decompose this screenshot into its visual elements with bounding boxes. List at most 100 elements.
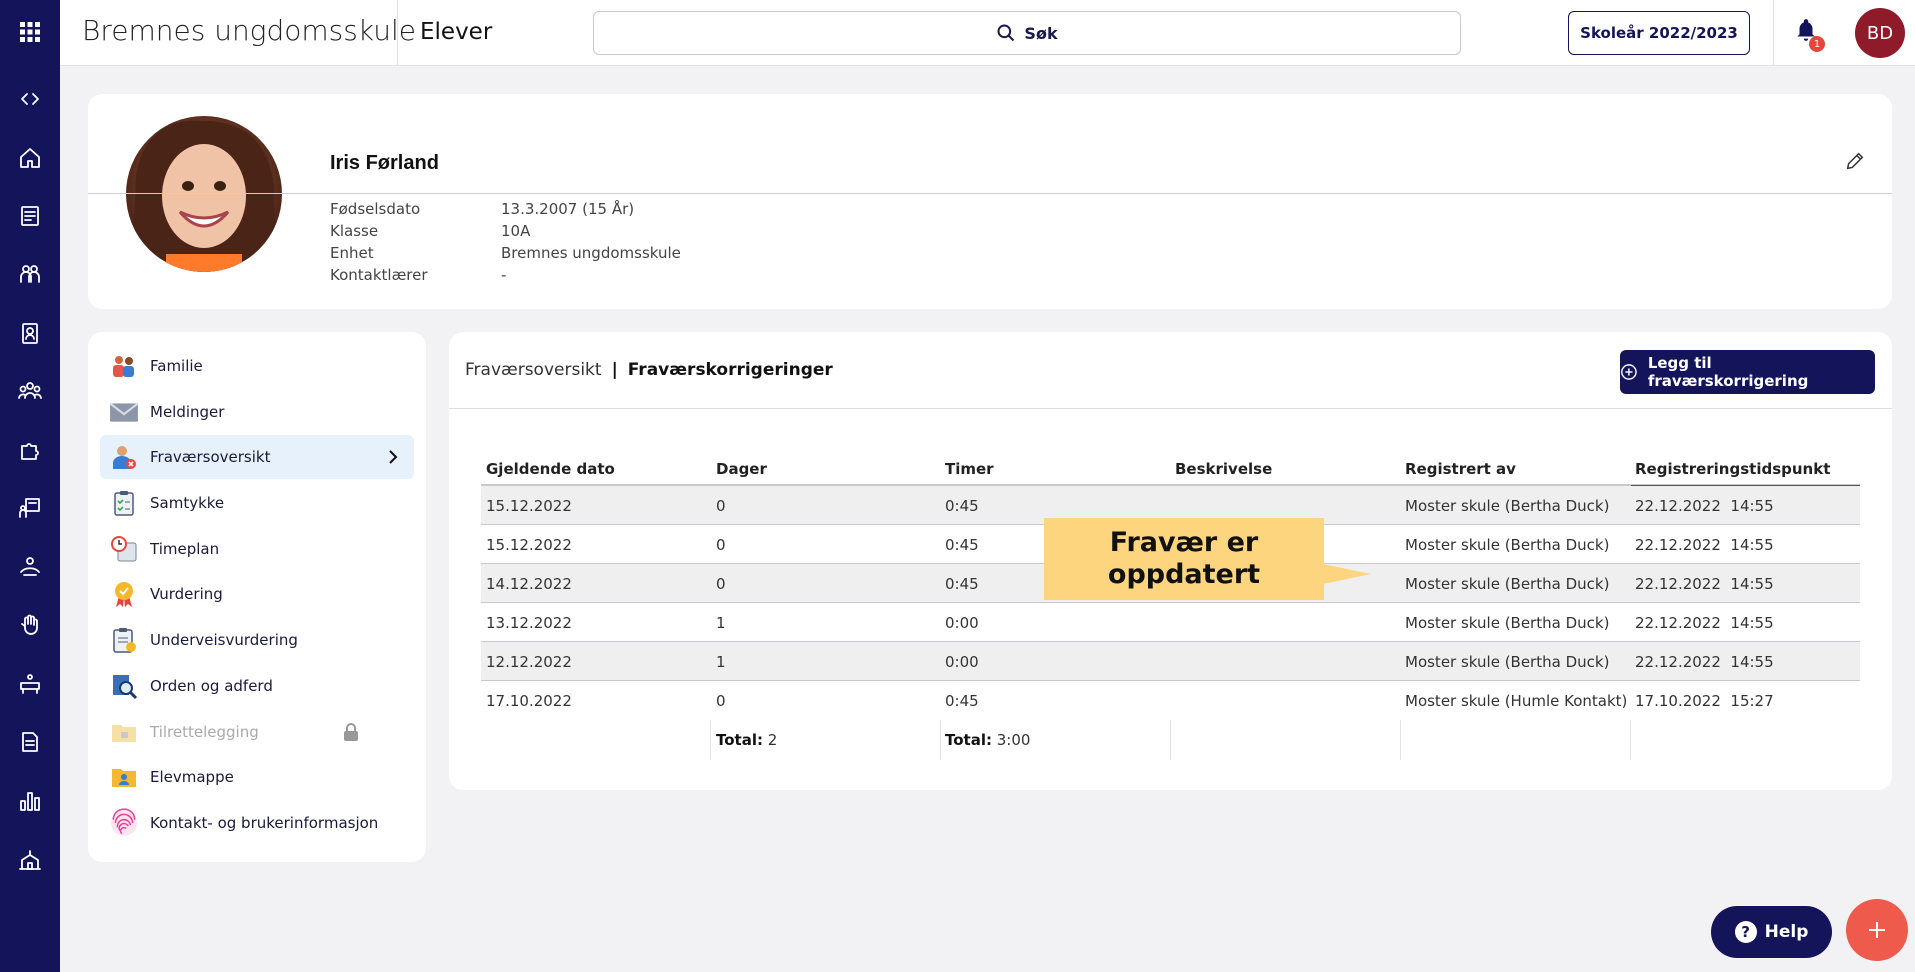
divider [940,720,941,760]
user-avatar[interactable]: BD [1855,8,1905,58]
news-icon[interactable] [0,198,60,234]
divider [1400,720,1401,760]
search-icon [997,24,1015,42]
group-icon[interactable] [0,373,60,409]
people-icon[interactable] [0,256,60,292]
status-callout: Fravær er oppdatert [1044,518,1324,600]
cell-days: 0 [716,575,726,593]
top-bar: Bremnes ungdomsskule Elever Søk Skoleår … [60,0,1915,66]
magnifier-doc-icon [108,670,140,702]
folder-lock-icon [108,716,140,748]
table-row[interactable]: 12.12.2022 1 0:00 Moster skule (Bertha D… [481,642,1860,681]
plus-circle-icon [1621,364,1637,380]
divider [1630,720,1631,760]
school-year-button[interactable]: Skoleår 2022/2023 [1568,11,1750,55]
absence-icon [108,441,140,473]
cell-registered-by: Moster skule (Bertha Duck) [1405,614,1610,632]
table-header: Gjeldende dato Dager Timer Beskrivelse R… [481,456,1860,488]
desk-icon[interactable] [0,666,60,702]
cell-registered-at: 22.12.2022 14:55 [1635,614,1774,632]
menu-item-vurdering[interactable]: Vurdering [100,572,414,616]
cell-days: 0 [716,497,726,515]
badge-icon[interactable] [0,315,60,351]
student-photo [126,116,282,272]
add-fab-button[interactable] [1846,899,1908,961]
apps-grid-icon[interactable] [0,14,60,50]
column-header[interactable]: Registreringstidspunkt [1631,460,1860,488]
student-name: Iris Førland [330,152,439,174]
cell-days: 0 [716,536,726,554]
column-header[interactable]: Gjeldende dato [486,460,615,478]
clipboard-note-icon [108,624,140,656]
column-header[interactable]: Registrert av [1405,460,1516,478]
menu-item-samtykke[interactable]: Samtykke [100,481,414,525]
student-profile-card: Iris Førland Fødselsdato 13.3.2007 (15 År… [88,94,1892,309]
school-name: Bremnes ungdomsskule [82,14,416,47]
divider [710,720,711,760]
menu-item-meldinger[interactable]: Meldinger [100,390,414,434]
pencil-icon [1846,152,1864,170]
breadcrumb-separator: | [611,360,618,380]
cell-hours: 0:00 [945,614,979,632]
clipboard-check-icon [108,487,140,519]
table-row[interactable]: 13.12.2022 1 0:00 Moster skule (Bertha D… [481,603,1860,642]
divider [397,0,398,66]
calendar-clock-icon [108,533,140,565]
menu-item-timeplan[interactable]: Timeplan [100,527,414,571]
menu-item-familie[interactable]: Familie [100,344,414,388]
cell-registered-at: 17.10.2022 15:27 [1635,692,1774,710]
cell-registered-at: 22.12.2022 14:55 [1635,497,1774,515]
total-days: Total: 2 [716,731,778,749]
column-header[interactable]: Timer [945,460,994,478]
family-icon [108,350,140,382]
user-hand-icon[interactable] [0,548,60,584]
chart-icon[interactable] [0,783,60,819]
envelope-icon [108,396,140,428]
cell-hours: 0:00 [945,653,979,671]
column-header[interactable]: Beskrivelse [1175,460,1272,478]
notifications-button[interactable]: 1 [1793,17,1827,52]
question-icon: ? [1734,921,1757,943]
cell-hours: 0:45 [945,575,979,593]
folder-person-icon [108,761,140,793]
cell-registered-by: Moster skule (Bertha Duck) [1405,497,1610,515]
collapse-toggle-icon[interactable] [0,81,60,117]
column-header[interactable]: Dager [716,460,767,478]
chevron-right-icon [389,450,398,464]
hand-icon[interactable] [0,607,60,643]
breadcrumb-parent[interactable]: Fraværsoversikt [465,360,602,380]
edit-button[interactable] [1844,150,1868,174]
table-footer-totals: Total: 2 Total: 3:00 [481,720,1860,760]
cell-days: 1 [716,653,726,671]
breadcrumb: Fraværsoversikt | Fraværskorrigeringer [465,360,833,380]
cell-registered-by: Moster skule (Humle Kontakt) [1405,692,1628,710]
cell-hours: 0:45 [945,692,979,710]
puzzle-icon[interactable] [0,432,60,468]
divider [449,408,1892,409]
cell-registered-by: Moster skule (Bertha Duck) [1405,575,1610,593]
left-rail [0,0,60,972]
school-icon[interactable] [0,842,60,878]
table-row[interactable]: 17.10.2022 0 0:45 Moster skule (Humle Ko… [481,681,1860,720]
add-absence-correction-button[interactable]: Legg til fraværskorrigering [1620,350,1875,394]
menu-item-elevmappe[interactable]: Elevmappe [100,755,414,799]
help-button[interactable]: ? Help [1711,906,1832,958]
section-title: Elever [420,19,493,45]
menu-item-fravaersoversikt[interactable]: Fraværsoversikt [100,435,414,479]
home-icon[interactable] [0,140,60,176]
divider [88,193,1892,194]
search-label: Søk [1024,23,1058,43]
absence-corrections-table: Gjeldende dato Dager Timer Beskrivelse R… [481,456,1860,760]
cell-hours: 0:45 [945,536,979,554]
menu-item-kontakt-og-brukerinformasjon[interactable]: Kontakt- og brukerinformasjon [100,801,414,845]
cell-date: 17.10.2022 [486,692,572,710]
menu-item-tilrettelegging: Tilrettelegging [100,710,414,754]
classroom-icon[interactable] [0,490,60,526]
breadcrumb-current: Fraværskorrigeringer [627,360,833,380]
menu-item-underveisvurdering[interactable]: Underveisvurdering [100,618,414,662]
cell-date: 12.12.2022 [486,653,572,671]
menu-item-orden-og-adferd[interactable]: Orden og adferd [100,664,414,708]
cell-registered-at: 22.12.2022 14:55 [1635,575,1774,593]
search-box[interactable]: Søk [593,11,1461,55]
document-icon[interactable] [0,724,60,760]
